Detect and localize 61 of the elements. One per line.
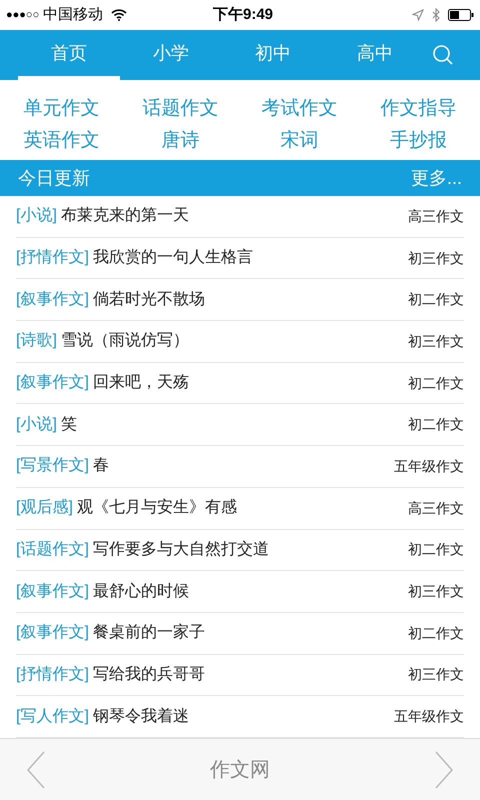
article-row[interactable]: [叙事作文] 回来吧，天殇 初二作文 [16,362,464,404]
article-title: 我欣赏的一句人生格言 [92,248,253,268]
article-row[interactable]: [小说] 笑 初二作文 [16,404,464,446]
article-row[interactable]: [写景作文] 春 五年级作文 [16,446,464,488]
grade-label: 初二作文 [408,415,464,434]
article-title: 最舒心的时候 [92,582,189,602]
grade-label: 初三作文 [408,332,464,351]
grade-label: 高三作文 [408,206,464,226]
article-title: 倘若时光不散场 [92,290,205,310]
signal-strength: ●●●○○ [6,8,40,23]
article-tag: [叙事作文] [16,621,89,646]
location-arrow-icon [412,9,424,21]
article-row[interactable]: [抒情作文] 写给我的兵哥哥 初三作文 [16,654,464,696]
article-tag: [写景作文] [16,454,89,478]
clock-time: 下午9:49 [213,4,274,25]
grade-label: 初三作文 [408,665,464,684]
article-title: 布莱克来的第一天 [60,206,189,226]
article-tag: [诗歌] [16,329,57,354]
article-row[interactable]: [诗歌] 雪说（雨说仿写） 初三作文 [16,321,464,363]
article-row[interactable]: [抒情作文] 我欣赏的一句人生格言 初三作文 [16,238,464,280]
battery-icon [448,9,474,21]
grade-label: 初二作文 [408,290,464,310]
article-tag: [小说] [16,204,57,228]
grade-label: 高三作文 [408,498,464,518]
grade-label: 初三作文 [408,582,464,602]
wifi-icon [111,9,128,21]
article-row[interactable]: [叙事作文] 倘若时光不散场 初二作文 [16,279,464,322]
search-icon [432,44,454,66]
article-tag: [叙事作文] [16,371,89,396]
article-title: 写给我的兵哥哥 [92,664,205,685]
article-title: 钢琴令我着迷 [92,706,189,727]
article-row[interactable]: [叙事作文] 餐桌前的一家子 初二作文 [16,612,464,655]
grade-label: 初二作文 [408,540,464,560]
grade-label: 初二作文 [408,624,464,643]
article-title: 笑 [60,414,77,435]
article-row[interactable]: [小说] 布莱克来的第一天 高三作文 [16,196,464,238]
grade-label: 初二作文 [408,374,464,393]
article-tag: [抒情作文] [16,662,89,687]
article-title: 回来吧，天殇 [92,372,189,394]
article-title: 观《七月与安生》有感 [76,498,237,518]
article-tag: [叙事作文] [16,580,89,604]
article-tag: [抒情作文] [16,246,89,270]
article-tag: [话题作文] [16,538,89,562]
carrier-name: 中国移动 [43,4,104,25]
grade-label: 五年级作文 [394,456,464,476]
grade-label: 五年级作文 [394,707,464,726]
article-title: 写作要多与大自然打交道 [92,540,269,560]
article-tag: [观后感] [16,496,73,520]
article-title: 餐桌前的一家子 [92,622,205,644]
article-row[interactable]: [话题作文] 写作要多与大自然打交道 初二作文 [16,530,464,572]
site-title: 作文网 [210,758,270,782]
article-tag: [写人作文] [16,704,89,729]
article-tag: [叙事作文] [16,288,89,312]
article-title: 春 [92,456,109,476]
article-title: 雪说（雨说仿写） [60,331,189,352]
section-title: 今日更新 [18,166,90,190]
article-tag: [小说] [16,412,57,437]
article-row[interactable]: [观后感] 观《七月与安生》有感 高三作文 [16,488,464,530]
article-row[interactable]: [叙事作文] 最舒心的时候 初三作文 [16,571,464,613]
bluetooth-icon [432,8,440,22]
grade-label: 初三作文 [408,248,464,268]
